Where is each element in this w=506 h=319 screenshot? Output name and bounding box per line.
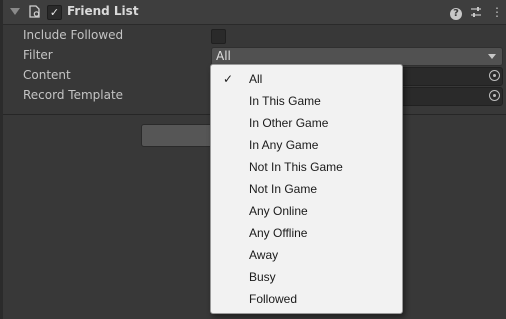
menu-item-in-this-game[interactable]: In This Game xyxy=(211,90,402,112)
help-glyph: ? xyxy=(450,8,462,20)
menu-item-label: Away xyxy=(249,248,279,262)
foldout-arrow-icon[interactable] xyxy=(10,8,20,15)
component-enabled-checkbox[interactable]: ✓ xyxy=(47,5,62,20)
include-followed-checkbox[interactable] xyxy=(211,29,226,44)
menu-item-all[interactable]: ✓ All xyxy=(211,68,402,90)
preset-sliders-svg xyxy=(471,7,481,17)
menu-item-away[interactable]: Away xyxy=(211,244,402,266)
menu-item-label: Any Offline xyxy=(249,226,308,240)
include-followed-row: Include Followed xyxy=(3,26,506,46)
menu-item-not-in-game[interactable]: Not In Game xyxy=(211,178,402,200)
kebab-menu-icon[interactable]: ⋮ xyxy=(490,5,504,19)
menu-item-not-in-this-game[interactable]: Not In This Game xyxy=(211,156,402,178)
checkmark-icon: ✓ xyxy=(223,72,234,86)
menu-item-label: In Other Game xyxy=(249,116,329,130)
menu-item-label: In Any Game xyxy=(249,138,319,152)
menu-item-in-other-game[interactable]: In Other Game xyxy=(211,112,402,134)
menu-item-label: Any Online xyxy=(249,204,308,218)
menu-item-label: All xyxy=(249,72,263,86)
component-title: Friend List xyxy=(67,4,139,18)
menu-item-busy[interactable]: Busy xyxy=(211,266,402,288)
record-template-label: Record Template xyxy=(23,88,124,102)
menu-item-label: Not In Game xyxy=(249,182,318,196)
include-followed-label: Include Followed xyxy=(23,28,124,42)
object-picker-target-icon[interactable] xyxy=(489,70,500,81)
menu-item-label: Followed xyxy=(249,292,298,306)
menu-item-any-online[interactable]: Any Online xyxy=(211,200,402,222)
menu-item-in-any-game[interactable]: In Any Game xyxy=(211,134,402,156)
menu-item-label: Not In This Game xyxy=(249,160,343,174)
dropdown-arrow-icon xyxy=(488,54,496,59)
menu-item-label: Busy xyxy=(249,270,276,284)
menu-item-any-offline[interactable]: Any Offline xyxy=(211,222,402,244)
preset-sliders-icon[interactable] xyxy=(469,5,483,19)
script-component-icon xyxy=(29,5,40,18)
menu-item-label: In This Game xyxy=(249,94,321,108)
filter-label: Filter xyxy=(23,48,53,62)
object-picker-target-icon[interactable] xyxy=(489,90,500,101)
filter-dropdown-value: All xyxy=(216,49,231,63)
filter-row: Filter All xyxy=(3,46,506,66)
menu-item-followed[interactable]: Followed xyxy=(211,288,402,310)
component-header[interactable]: ✓ Friend List ? ⋮ xyxy=(3,0,506,25)
help-icon[interactable]: ? xyxy=(449,5,463,20)
filter-dropdown-menu: ✓ All In This Game In Other Game In Any … xyxy=(210,64,403,314)
content-label: Content xyxy=(23,68,71,82)
